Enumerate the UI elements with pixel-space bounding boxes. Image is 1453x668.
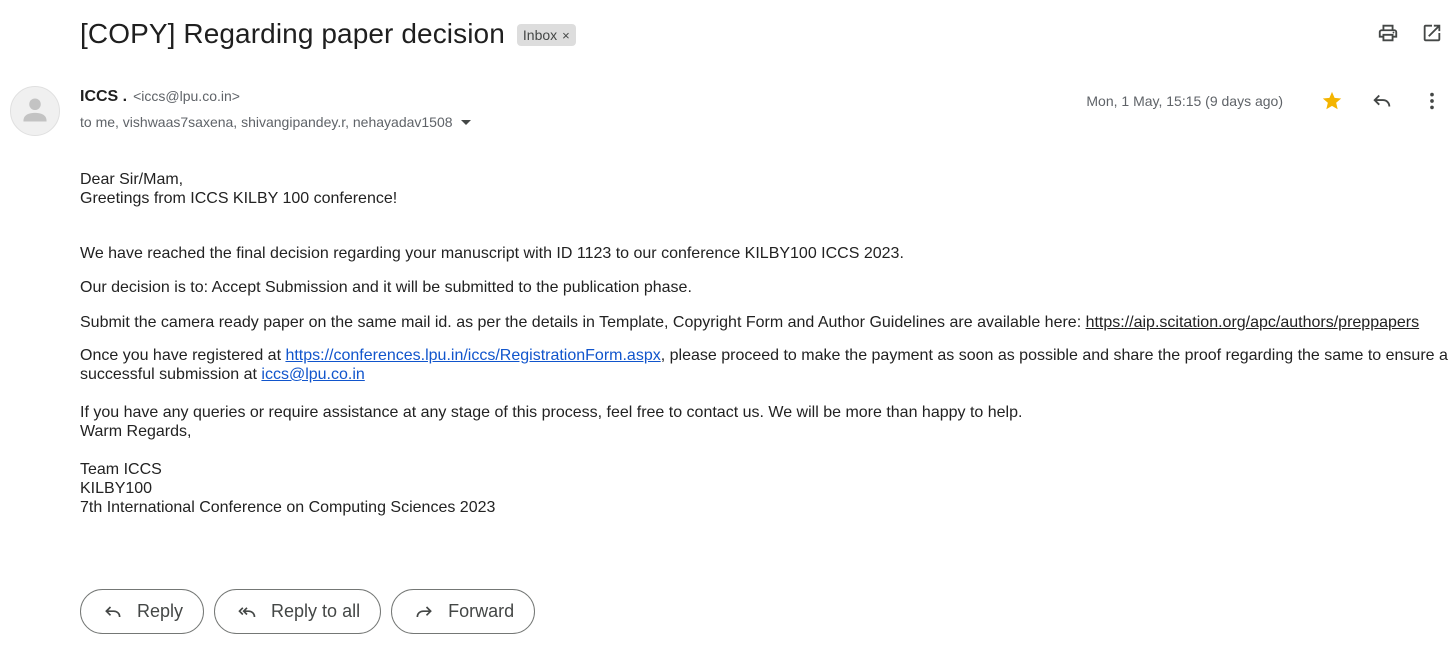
sender-email: <iccs@lpu.co.in> <box>133 88 240 104</box>
reply-label: Reply <box>137 601 184 621</box>
paragraph-queries: If you have any queries or require assis… <box>80 404 1023 421</box>
message-meta: Mon, 1 May, 15:15 (9 days ago) <box>1086 88 1445 114</box>
email-subject: [COPY] Regarding paper decision <box>80 18 505 49</box>
show-details-icon[interactable] <box>460 119 471 125</box>
sender-avatar[interactable] <box>10 86 60 136</box>
star-icon[interactable] <box>1319 88 1345 114</box>
recipients-text: to me, vishwaas7saxena, shivangipandey.r… <box>80 114 453 130</box>
reply-icon <box>105 605 121 617</box>
message-date: Mon, 1 May, 15:15 (9 days ago) <box>1086 93 1283 109</box>
reply-icon[interactable] <box>1369 88 1395 114</box>
signature-event: KILBY100 <box>80 480 153 497</box>
forward-label: Forward <box>448 601 515 621</box>
reply-actions: Reply Reply to all Forward <box>80 589 536 634</box>
signature-team: Team ICCS <box>80 461 162 478</box>
remove-label-icon[interactable]: × <box>562 28 570 43</box>
open-in-new-window-icon[interactable] <box>1419 20 1445 46</box>
paragraph-decision: Our decision is to: Accept Submission an… <box>80 279 692 296</box>
registration-link[interactable]: https://conferences.lpu.in/iccs/Registra… <box>285 347 660 364</box>
signature-conference: 7th International Conference on Computin… <box>80 499 496 516</box>
camera-ready-text: Submit the camera ready paper on the sam… <box>80 314 1086 331</box>
top-toolbar <box>1375 20 1445 46</box>
forward-icon <box>416 605 432 617</box>
greeting-line-2: Greetings from ICCS KILBY 100 conference… <box>80 190 398 207</box>
reply-all-button[interactable]: Reply to all <box>214 589 382 634</box>
forward-button[interactable]: Forward <box>391 589 536 634</box>
sender-line: ICCS . <iccs@lpu.co.in> <box>80 88 240 106</box>
reply-button[interactable]: Reply <box>80 589 205 634</box>
email-body: Dear Sir/Mam, Greetings from ICCS KILBY … <box>80 170 1450 517</box>
inbox-label-chip[interactable]: Inbox × <box>516 24 576 46</box>
closing: Warm Regards, <box>80 423 192 440</box>
label-name: Inbox <box>522 27 558 43</box>
contact-email-link[interactable]: iccs@lpu.co.in <box>261 366 364 383</box>
recipients-line: to me, vishwaas7saxena, shivangipandey.r… <box>80 114 471 130</box>
paragraph-camera-ready: Submit the camera ready paper on the sam… <box>80 313 1450 332</box>
greeting: Dear Sir/Mam, <box>80 171 184 188</box>
paragraph-decision-intro: We have reached the final decision regar… <box>80 245 904 262</box>
subject-row: [COPY] Regarding paper decision Inbox × <box>80 16 576 52</box>
reply-all-icon <box>238 606 256 617</box>
registration-text-a: Once you have registered at <box>80 347 286 364</box>
person-avatar-icon <box>23 98 47 122</box>
reply-all-label: Reply to all <box>271 601 361 621</box>
guidelines-link[interactable]: https://aip.scitation.org/apc/authors/pr… <box>1086 314 1420 331</box>
print-icon[interactable] <box>1375 20 1401 46</box>
more-vert-icon[interactable] <box>1419 88 1445 114</box>
sender-name[interactable]: ICCS . <box>80 88 127 106</box>
paragraph-registration: Once you have registered at https://conf… <box>80 346 1450 384</box>
